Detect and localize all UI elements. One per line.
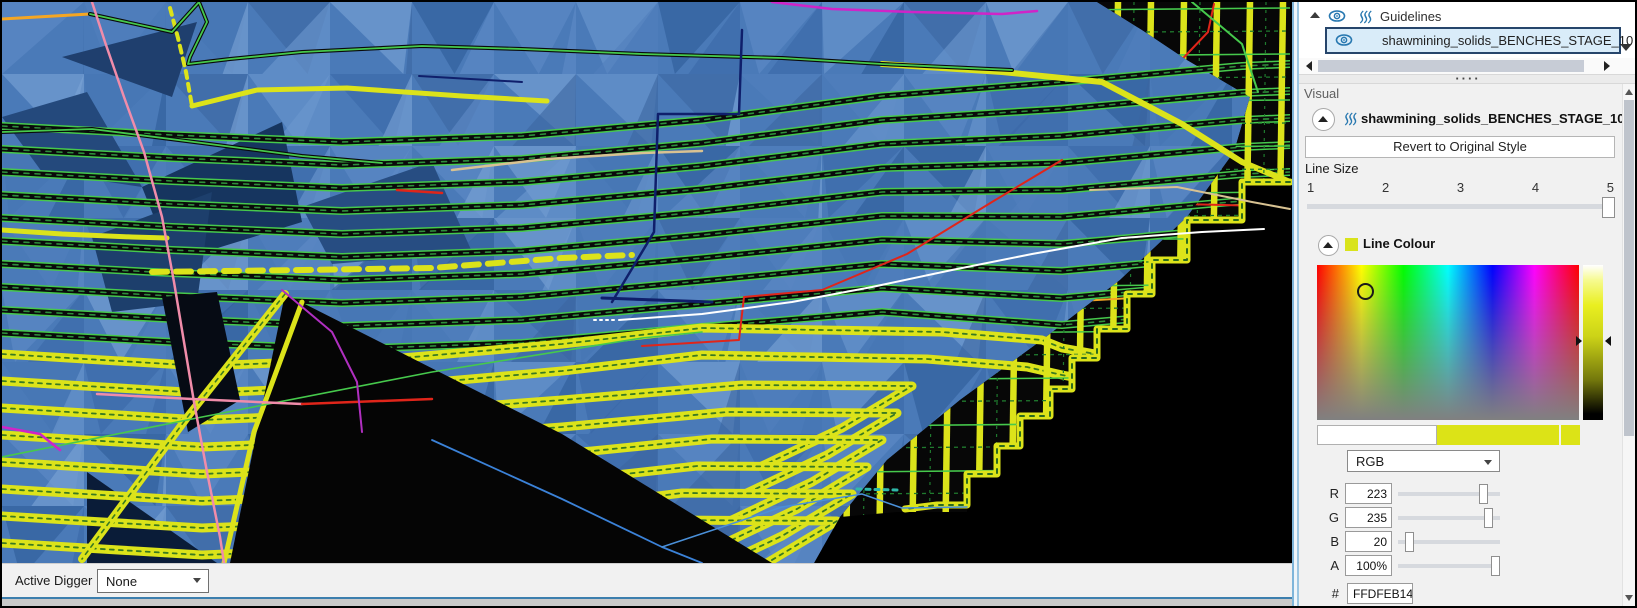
line-size-slider-handle[interactable] <box>1602 197 1615 218</box>
line-size-slider[interactable] <box>1307 204 1614 209</box>
active-digger-bar: Active Digger None <box>2 563 1292 597</box>
colour-preview-old <box>1317 425 1437 445</box>
tree-scroll-down-icon[interactable] <box>1620 44 1632 51</box>
hex-input[interactable] <box>1347 583 1413 604</box>
hex-label: # <box>1331 586 1339 601</box>
status-strip <box>2 599 1292 606</box>
colour-preview-swatch <box>1561 425 1580 445</box>
chevron-down-icon <box>193 578 201 583</box>
visual-properties-panel: Visual shawmining_solids_BENCHES_STAGE_1… <box>1299 84 1625 606</box>
active-digger-label: Active Digger <box>15 573 93 588</box>
hue-saturation-picker[interactable] <box>1317 265 1579 420</box>
scrollbar-thumb[interactable] <box>1624 100 1634 436</box>
value-slider-marker-right[interactable] <box>1605 336 1611 346</box>
scroll-left-icon[interactable] <box>1306 61 1312 71</box>
channel-a-handle[interactable] <box>1491 556 1500 576</box>
section-label: Visual <box>1304 86 1340 101</box>
scroll-up-icon[interactable] <box>1625 89 1633 95</box>
line-colour-swatch <box>1345 238 1358 251</box>
chevron-down-icon <box>1484 460 1492 465</box>
collapse-colour-button[interactable] <box>1318 235 1339 256</box>
scroll-right-icon[interactable] <box>1604 61 1610 71</box>
value-slider[interactable] <box>1583 265 1603 420</box>
pane-divider[interactable] <box>1292 2 1299 606</box>
colour-preview-new <box>1437 425 1559 445</box>
active-digger-value: None <box>106 574 138 589</box>
line-size-ticks: 1 2 3 4 5 <box>1307 180 1614 195</box>
visibility-eye-icon[interactable] <box>1335 33 1353 47</box>
lines-object-icon <box>1344 112 1357 126</box>
line-colour-label: Line Colour <box>1363 236 1436 251</box>
layer-tree-panel: Guidelines shawmining_solids_BENCHES_STA… <box>1299 2 1637 74</box>
channel-b-handle[interactable] <box>1405 532 1414 552</box>
lines-object-icon <box>1359 10 1372 24</box>
panel-vertical-scrollbar[interactable] <box>1622 84 1635 606</box>
channel-a-label: A <box>1330 558 1339 573</box>
tree-group-row[interactable]: Guidelines <box>1299 8 1637 26</box>
scroll-down-icon[interactable] <box>1625 595 1633 601</box>
channel-r-handle[interactable] <box>1479 484 1488 504</box>
tree-item-selected[interactable]: shawmining_solids_BENCHES_STAGE_10 <box>1325 27 1633 54</box>
tree-group-label[interactable]: Guidelines <box>1380 9 1441 24</box>
colour-selection-ring[interactable] <box>1357 283 1374 300</box>
channel-g-label: G <box>1328 510 1339 525</box>
channel-b-input[interactable] <box>1345 531 1392 552</box>
channel-b-label: B <box>1330 534 1339 549</box>
revert-style-button[interactable]: Revert to Original Style <box>1305 136 1615 158</box>
channel-a-input[interactable] <box>1345 555 1392 576</box>
visibility-eye-icon[interactable] <box>1328 9 1346 23</box>
channel-g-handle[interactable] <box>1484 508 1493 528</box>
object-title: shawmining_solids_BENCHES_STAGE_10 <box>1361 111 1625 126</box>
3d-viewport[interactable] <box>2 2 1292 563</box>
panel-splitter[interactable]: ···· <box>1299 71 1637 86</box>
triangle-up-icon <box>1318 116 1328 122</box>
application-window: Active Digger None Guidelines shawmining… <box>0 0 1637 608</box>
channel-a-slider[interactable] <box>1398 564 1500 568</box>
tree-item-label: shawmining_solids_BENCHES_STAGE_10 <box>1382 33 1634 48</box>
collapse-arrow-icon[interactable] <box>1310 12 1320 18</box>
channel-g-input[interactable] <box>1345 507 1392 528</box>
colour-mode-value: RGB <box>1356 454 1385 469</box>
colour-mode-dropdown[interactable]: RGB <box>1347 450 1500 472</box>
line-size-label: Line Size <box>1305 161 1359 176</box>
active-digger-dropdown[interactable]: None <box>97 569 209 593</box>
collapse-section-button[interactable] <box>1312 108 1335 131</box>
value-slider-marker-left[interactable] <box>1576 336 1582 346</box>
channel-r-input[interactable] <box>1345 483 1392 504</box>
triangle-up-icon <box>1323 242 1333 248</box>
channel-r-label: R <box>1329 486 1339 501</box>
3d-scene-svg <box>2 2 1292 563</box>
